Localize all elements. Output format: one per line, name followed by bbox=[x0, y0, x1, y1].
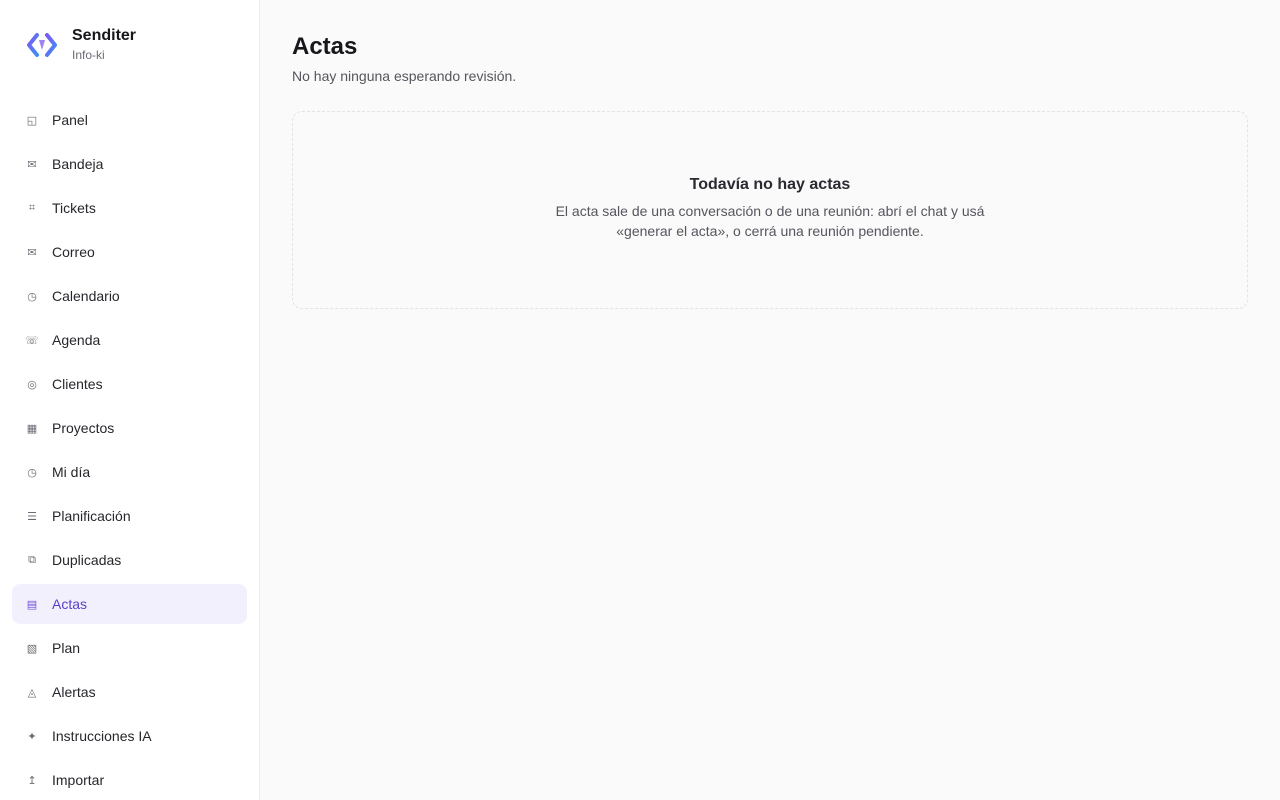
brand-subtitle: Info-ki bbox=[72, 48, 105, 62]
sidebar-item-clientes[interactable]: ◎ Clientes bbox=[12, 364, 247, 404]
empty-state-description: El acta sale de una conversación o de un… bbox=[555, 203, 985, 239]
import-icon: ↥ bbox=[27, 773, 37, 787]
sidebar-item-label: Panel bbox=[52, 112, 88, 128]
empty-state-card: Todavía no hay actas El acta sale de una… bbox=[292, 111, 1248, 309]
ticket-icon: ⌗ bbox=[28, 201, 36, 214]
brand-logo-icon bbox=[24, 27, 60, 63]
sidebar-item-actas[interactable]: ▤ Actas bbox=[12, 584, 247, 624]
page-subtitle: No hay ninguna esperando revisión. bbox=[292, 68, 517, 84]
sidebar-item-panel[interactable]: ◱ Panel bbox=[12, 100, 247, 140]
brand-name: Senditer bbox=[72, 27, 137, 44]
sidebar-item-label: Tickets bbox=[52, 200, 96, 216]
sidebar-item-instrucciones-ia[interactable]: ✦ Instrucciones IA bbox=[12, 716, 247, 756]
sidebar-item-correo[interactable]: ✉ Correo bbox=[12, 232, 247, 272]
sidebar-item-label: Clientes bbox=[52, 376, 103, 392]
sidebar-item-label: Planificación bbox=[52, 508, 131, 524]
sidebar-item-duplicadas[interactable]: ⧉ Duplicadas bbox=[12, 540, 247, 580]
page-title: Actas bbox=[292, 33, 358, 60]
minutes-icon: ▤ bbox=[26, 597, 38, 611]
mail-icon: ✉ bbox=[27, 245, 37, 259]
sidebar-item-agenda[interactable]: ☏ Agenda bbox=[12, 320, 247, 360]
sparkle-icon: ✦ bbox=[27, 729, 37, 743]
sidebar-item-alertas[interactable]: ◬ Alertas bbox=[12, 672, 247, 712]
empty-state-title: Todavía no hay actas bbox=[689, 176, 851, 193]
sidebar-item-planificacion[interactable]: ☰ Planificación bbox=[12, 496, 247, 536]
sidebar-nav: ◱ Panel ✉ Bandeja ⌗ Tickets ✉ Correo ◷ Calendario… bbox=[12, 100, 247, 800]
clock-icon: ◷ bbox=[27, 465, 37, 479]
inbox-icon: ✉ bbox=[27, 157, 37, 171]
sidebar-item-label: Importar bbox=[52, 772, 105, 788]
brand[interactable]: Senditer Info-ki bbox=[24, 26, 136, 63]
panel-icon: ◱ bbox=[26, 113, 38, 127]
plan-icon: ▧ bbox=[26, 641, 38, 655]
sidebar-item-label: Instrucciones IA bbox=[52, 728, 152, 744]
alert-icon: ◬ bbox=[27, 685, 37, 699]
sidebar-item-plan[interactable]: ▧ Plan bbox=[12, 628, 247, 668]
projects-icon: ▦ bbox=[26, 421, 38, 435]
sidebar-item-label: Alertas bbox=[52, 684, 96, 700]
sidebar: Senditer Info-ki ◱ Panel ✉ Bandeja ⌗ Tickets ✉… bbox=[0, 0, 260, 800]
phone-icon: ☏ bbox=[25, 333, 39, 347]
sidebar-item-tickets[interactable]: ⌗ Tickets bbox=[12, 188, 247, 228]
sidebar-item-mi-dia[interactable]: ◷ Mi día bbox=[12, 452, 247, 492]
calendar-icon: ◷ bbox=[27, 289, 37, 303]
sidebar-item-label: Actas bbox=[52, 596, 88, 612]
sidebar-item-proyectos[interactable]: ▦ Proyectos bbox=[12, 408, 247, 448]
duplicate-icon: ⧉ bbox=[28, 553, 36, 566]
sidebar-item-label: Plan bbox=[52, 640, 81, 656]
sidebar-item-calendario[interactable]: ◷ Calendario bbox=[12, 276, 247, 316]
sidebar-item-label: Agenda bbox=[52, 332, 101, 348]
sidebar-item-label: Mi día bbox=[52, 464, 91, 480]
sidebar-item-label: Proyectos bbox=[52, 420, 115, 436]
sidebar-item-bandeja[interactable]: ✉ Bandeja bbox=[12, 144, 247, 184]
sidebar-item-label: Bandeja bbox=[52, 156, 104, 172]
sidebar-item-label: Duplicadas bbox=[52, 552, 122, 568]
list-icon: ☰ bbox=[27, 509, 37, 523]
clients-icon: ◎ bbox=[27, 377, 37, 391]
sidebar-item-importar[interactable]: ↥ Importar bbox=[12, 760, 247, 800]
main-content: Actas No hay ninguna esperando revisión.… bbox=[292, 32, 1248, 309]
sidebar-item-label: Calendario bbox=[52, 288, 120, 304]
sidebar-item-label: Correo bbox=[52, 244, 95, 260]
